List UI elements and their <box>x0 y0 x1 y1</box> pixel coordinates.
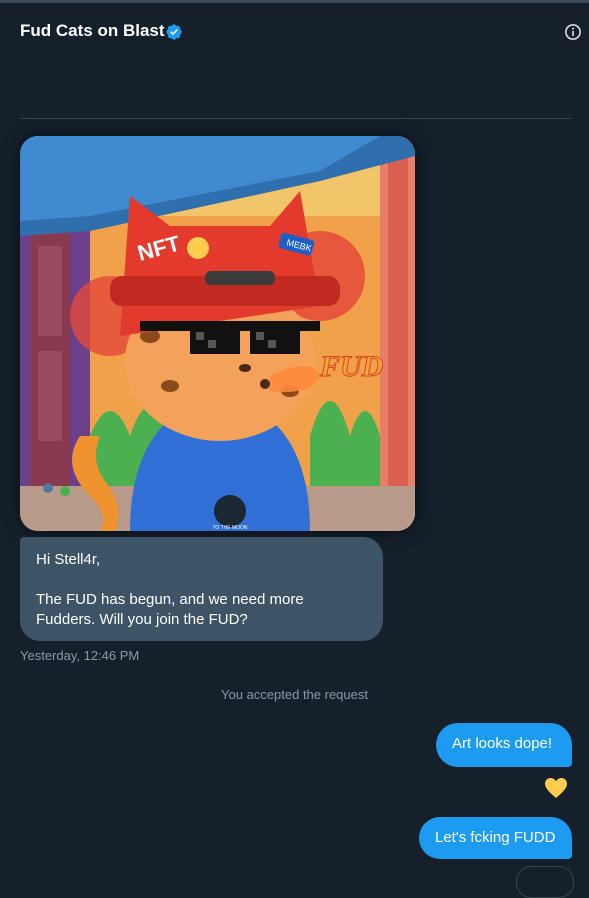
message-greeting: Hi Stell4r, <box>36 551 101 568</box>
fud-breath-text: FUD <box>319 350 383 383</box>
info-icon[interactable] <box>564 23 582 41</box>
scroll-down-button[interactable] <box>516 866 574 898</box>
outgoing-message-bubble[interactable]: Let's fcking FUDD <box>419 817 572 859</box>
verified-badge-icon <box>166 24 182 40</box>
incoming-message-bubble[interactable]: Hi Stell4r, The FUD has begun, and we ne… <box>20 537 383 641</box>
message-body: The FUD has begun, and we need more Fudd… <box>36 591 304 628</box>
message-timestamp: Yesterday, 12:46 PM <box>20 648 140 663</box>
hoodie-text: TO THE MOON <box>212 525 247 531</box>
header-divider <box>20 118 572 119</box>
fud-cat-artwork-image[interactable]: TO THE MOON NFT MEBK FUD <box>20 136 415 531</box>
conversation-header: Fud Cats on Blast <box>0 3 589 59</box>
conversation-title[interactable]: Fud Cats on Blast <box>20 21 165 41</box>
system-notice: You accepted the request <box>221 687 368 702</box>
yellow-heart-icon <box>545 778 567 798</box>
fud-cat-illustration: TO THE MOON NFT MEBK FUD <box>20 136 415 531</box>
outgoing-message-bubble[interactable]: Art looks dope! <box>436 723 572 767</box>
